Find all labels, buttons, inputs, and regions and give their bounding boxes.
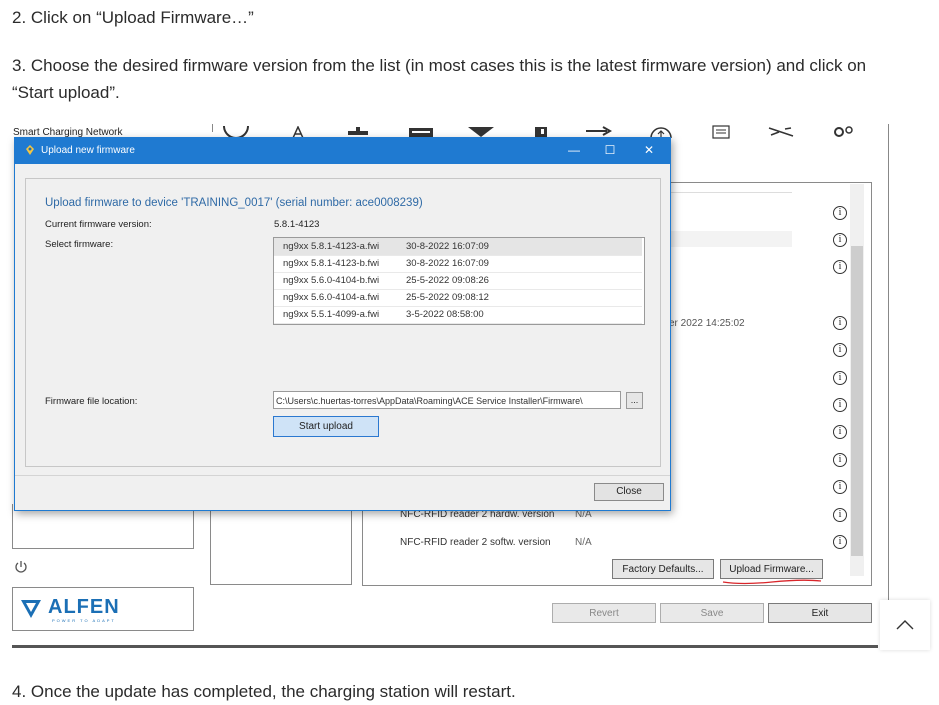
close-button[interactable]: Close — [594, 483, 664, 501]
info-icon[interactable]: i — [833, 316, 847, 330]
toolbar-notes-icon[interactable] — [705, 124, 737, 140]
firmware-list-item[interactable]: ng9xx 5.8.1-4123-b.fwi 30-8-2022 16:07:09 — [274, 255, 642, 273]
power-icon[interactable] — [14, 560, 28, 577]
current-version-label: Current firmware version: — [45, 219, 152, 230]
upload-firmware-dialog: Upload new firmware — ☐ ✕ Upload firmwar… — [14, 137, 671, 511]
step-4-text: 4. Once the update has completed, the ch… — [12, 682, 516, 701]
exit-button[interactable]: Exit — [768, 603, 872, 623]
alfen-logo: ALFEN POWER TO ADAPT — [20, 596, 120, 623]
firmware-list-item[interactable]: ng9xx 5.6.0-4104-b.fwi 25-5-2022 09:08:26 — [274, 272, 642, 290]
dialog-titlebar[interactable]: Upload new firmware — ☐ ✕ — [15, 138, 670, 164]
revert-button[interactable]: Revert — [552, 603, 656, 623]
firmware-list-item[interactable]: ng9xx 5.6.0-4104-a.fwi 25-5-2022 09:08:12 — [274, 289, 642, 307]
info-icon[interactable]: i — [833, 398, 847, 412]
minimize-icon[interactable]: — — [564, 141, 584, 159]
info-icon[interactable]: i — [833, 233, 847, 247]
alfen-logo-mark — [21, 599, 41, 618]
chevron-up-icon — [896, 620, 914, 630]
divider — [15, 475, 670, 476]
divider — [888, 124, 889, 650]
toolbar-tools-icon[interactable] — [765, 124, 797, 140]
nfc-sw-value: N/A — [575, 537, 592, 548]
step-3-text: 3. Choose the desired firmware version f… — [12, 56, 867, 102]
partial-timestamp: er 2022 14:25:02 — [669, 318, 745, 329]
divider — [212, 124, 213, 132]
info-icon[interactable]: i — [833, 260, 847, 274]
current-version-value: 5.8.1-4123 — [274, 219, 320, 230]
properties-scrollbar[interactable] — [850, 184, 864, 576]
nfc-sw-label: NFC-RFID reader 2 softw. version — [400, 537, 551, 548]
info-icon[interactable]: i — [833, 480, 847, 494]
close-icon[interactable]: ✕ — [639, 141, 659, 159]
logo-tagline: POWER TO ADAPT — [52, 618, 116, 623]
info-icon[interactable]: i — [833, 343, 847, 357]
info-icon[interactable]: i — [833, 371, 847, 385]
file-location-field[interactable]: C:\Users\c.huertas-torres\AppData\Roamin… — [273, 391, 621, 409]
file-location-label: Firmware file location: — [45, 396, 138, 407]
app-icon — [26, 145, 34, 155]
firmware-list[interactable]: ng9xx 5.8.1-4123-a.fwi 30-8-2022 16:07:09… — [273, 237, 645, 325]
row-highlight — [670, 231, 792, 247]
info-icon[interactable]: i — [833, 453, 847, 467]
firmware-list-item[interactable]: ng9xx 5.5.1-4099-a.fwi 3-5-2022 08:58:00 — [274, 306, 642, 324]
logo-text: ALFEN — [48, 596, 120, 618]
screenshot-border — [12, 645, 878, 648]
dialog-content: Upload firmware to device 'TRAINING_0017… — [25, 178, 661, 467]
firmware-list-item[interactable]: ng9xx 5.8.1-4123-a.fwi 30-8-2022 16:07:09 — [274, 238, 642, 256]
dialog-heading: Upload firmware to device 'TRAINING_0017… — [45, 197, 423, 209]
info-icon[interactable]: i — [833, 206, 847, 220]
scroll-to-top-button[interactable] — [880, 600, 930, 650]
browse-button[interactable]: ... — [626, 392, 643, 409]
dialog-title: Upload new firmware — [41, 145, 135, 156]
red-underline-annotation — [722, 579, 822, 585]
factory-defaults-button[interactable]: Factory Defaults... — [612, 559, 714, 579]
scrollbar-thumb[interactable] — [851, 246, 863, 556]
info-icon[interactable]: i — [833, 425, 847, 439]
upload-firmware-button[interactable]: Upload Firmware... — [720, 559, 823, 579]
select-firmware-label: Select firmware: — [45, 239, 114, 250]
toolbar-gears-icon[interactable] — [827, 124, 859, 140]
info-icon[interactable]: i — [833, 508, 847, 522]
divider — [670, 192, 792, 193]
maximize-icon[interactable]: ☐ — [600, 141, 620, 159]
middle-panel — [210, 504, 352, 585]
start-upload-button[interactable]: Start upload — [273, 416, 379, 437]
save-button[interactable]: Save — [660, 603, 764, 623]
step-2-text: 2. Click on “Upload Firmware…” — [12, 8, 254, 27]
info-icon[interactable]: i — [833, 535, 847, 549]
screenshot: Smart Charging Network er 2022 14:25:02 — [0, 124, 892, 650]
